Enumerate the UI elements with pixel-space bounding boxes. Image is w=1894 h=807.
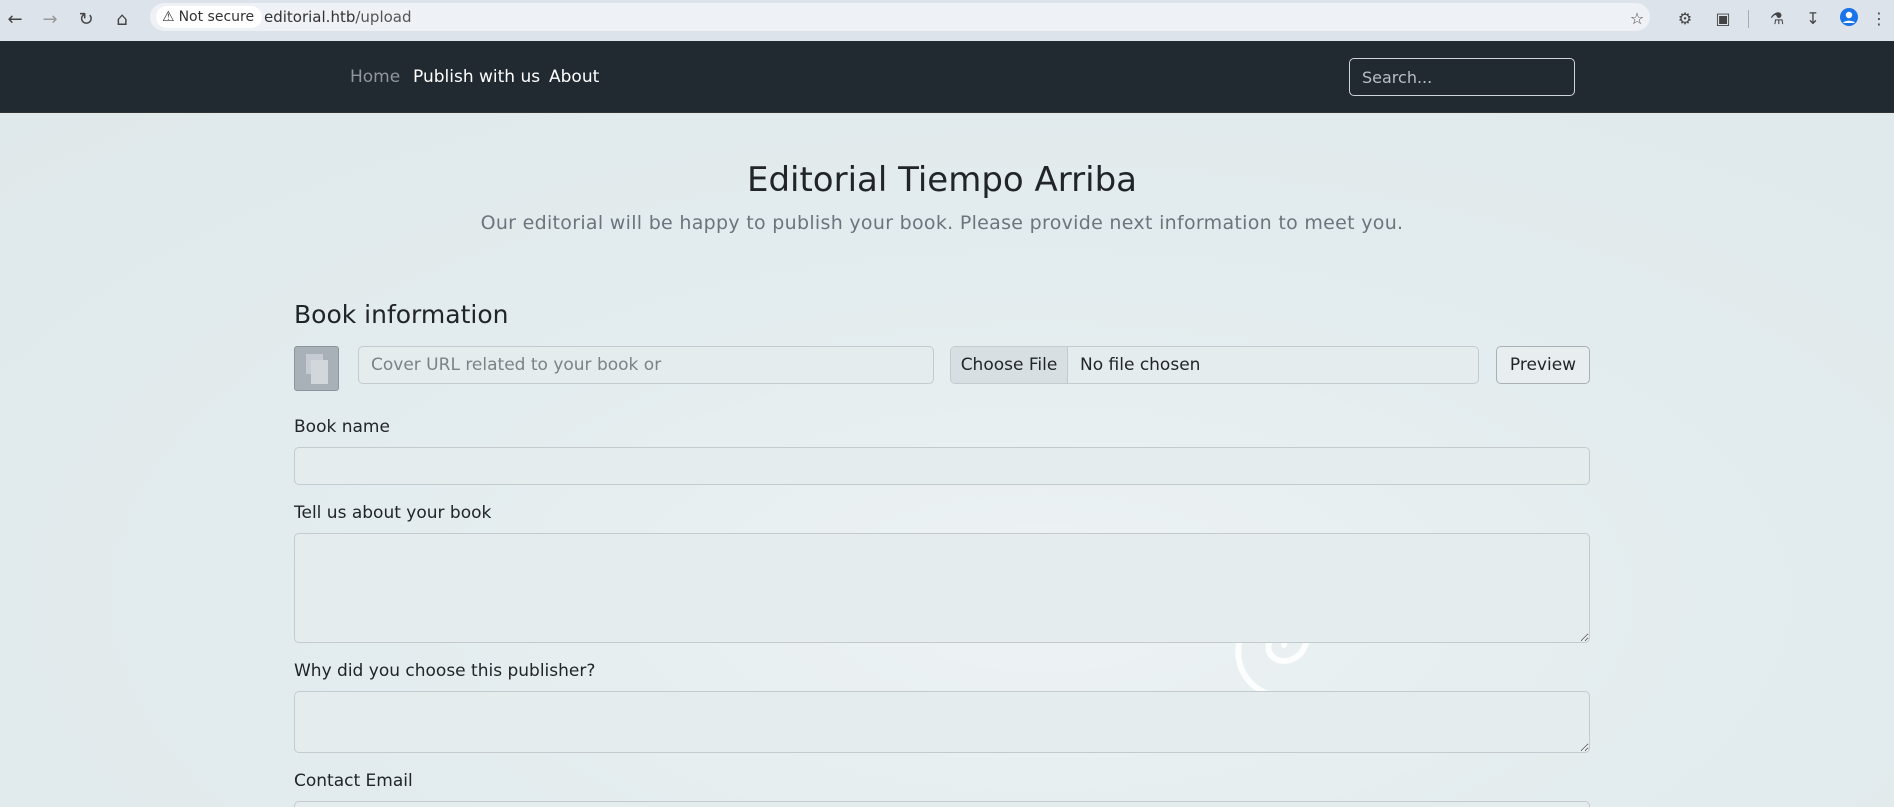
profile-avatar-icon[interactable] xyxy=(1838,7,1860,31)
security-label: Not secure xyxy=(178,9,255,25)
page-title: Editorial Tiempo Arriba xyxy=(746,160,1138,200)
security-chip[interactable]: ⚠ Not secure xyxy=(156,6,263,28)
choose-file-button[interactable]: Choose File xyxy=(951,347,1068,383)
book-information-heading: Book information xyxy=(294,300,509,329)
reload-icon[interactable]: ↻ xyxy=(74,8,98,32)
search-input[interactable] xyxy=(1349,58,1575,96)
file-status-text: No file chosen xyxy=(1080,355,1201,375)
about-book-textarea[interactable] xyxy=(294,533,1590,643)
extensions-puzzle-icon[interactable]: ▣ xyxy=(1712,7,1734,31)
about-book-label: Tell us about your book xyxy=(294,503,492,523)
why-publisher-textarea[interactable] xyxy=(294,691,1590,753)
cover-thumbnail xyxy=(294,346,339,391)
url-path: /upload xyxy=(355,8,412,26)
nav-publish-link[interactable]: Publish with us xyxy=(413,67,540,87)
browser-toolbar: ← → ↻ ⌂ ⚠ Not secure editorial.htb/uploa… xyxy=(0,0,1894,41)
contact-email-label: Contact Email xyxy=(294,771,413,791)
warning-icon: ⚠ xyxy=(162,9,175,25)
nav-about-link[interactable]: About xyxy=(549,67,599,87)
nav-home-link[interactable]: Home xyxy=(350,67,400,87)
cover-url-input[interactable] xyxy=(358,346,934,384)
menu-kebab-icon[interactable]: ⋮ xyxy=(1868,7,1890,31)
url-host: editorial.htb xyxy=(264,8,356,26)
preview-button[interactable]: Preview xyxy=(1496,346,1590,384)
why-publisher-label: Why did you choose this publisher? xyxy=(294,661,596,681)
site-navbar: Home Publish with us About xyxy=(0,41,1894,113)
forward-arrow-icon[interactable]: → xyxy=(38,8,62,32)
contact-email-input[interactable] xyxy=(294,801,1590,807)
book-name-label: Book name xyxy=(294,417,390,437)
bookmark-star-icon[interactable]: ☆ xyxy=(1626,7,1648,31)
back-arrow-icon[interactable]: ← xyxy=(3,8,27,32)
download-icon[interactable]: ↧ xyxy=(1802,7,1824,31)
labs-flask-icon[interactable]: ⚗ xyxy=(1766,7,1788,31)
url-text[interactable]: editorial.htb/upload xyxy=(264,3,412,31)
address-bar[interactable]: ⚠ Not secure editorial.htb/upload xyxy=(150,3,1650,31)
thumbnail-front-page xyxy=(311,360,328,384)
page-subtitle: Our editorial will be happy to publish y… xyxy=(480,212,1404,234)
home-icon[interactable]: ⌂ xyxy=(110,8,134,32)
toolbar-divider xyxy=(1748,10,1749,28)
cover-file-input[interactable]: Choose File No file chosen xyxy=(950,346,1479,384)
book-name-input[interactable] xyxy=(294,447,1590,485)
extension-badge-icon[interactable]: ⚙ xyxy=(1674,7,1696,31)
